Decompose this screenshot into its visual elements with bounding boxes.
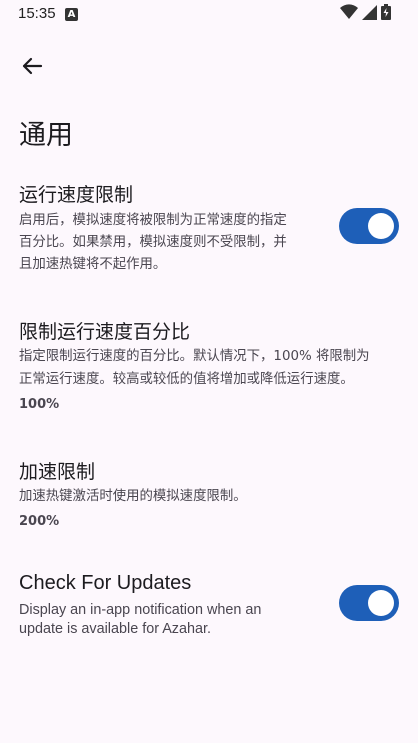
cell-signal-icon bbox=[362, 4, 377, 20]
setting-turbo-limit[interactable]: 加速限制 加速热键激活时使用的模拟速度限制。 200% bbox=[0, 452, 418, 537]
setting-title: 限制运行速度百分比 bbox=[19, 321, 191, 343]
setting-desc-line: 且加速热键将不起作用。 bbox=[19, 257, 167, 272]
setting-desc-line: 启用后，模拟速度将被限制为正常速度的指定 bbox=[19, 213, 287, 228]
page-title: 通用 bbox=[19, 120, 73, 151]
wifi-icon bbox=[340, 4, 358, 20]
setting-title: Check For Updates bbox=[19, 572, 192, 594]
setting-value: 100% bbox=[19, 397, 60, 412]
setting-value: 200% bbox=[19, 514, 60, 529]
setting-title: 运行速度限制 bbox=[19, 184, 134, 206]
notification-icon: A bbox=[65, 8, 78, 21]
setting-check-updates[interactable]: Check For Updates Display an in-app noti… bbox=[0, 567, 418, 647]
battery-icon bbox=[381, 4, 391, 20]
toggle-thumb bbox=[368, 590, 394, 616]
setting-desc-line: 加速热键激活时使用的模拟速度限制。 bbox=[19, 489, 247, 504]
setting-desc-line: update is available for Azahar. bbox=[19, 621, 212, 637]
setting-desc-line: 百分比。如果禁用，模拟速度则不受限制，并 bbox=[19, 235, 287, 250]
status-time: 15:35 bbox=[18, 5, 56, 22]
setting-speed-percent[interactable]: 限制运行速度百分比 指定限制运行速度的百分比。默认情况下，100% 将限制为 正… bbox=[0, 312, 418, 422]
setting-title: 加速限制 bbox=[19, 461, 96, 483]
back-button[interactable] bbox=[16, 50, 48, 82]
status-icons bbox=[340, 4, 391, 20]
status-bar: 15:35 A bbox=[0, 0, 418, 28]
arrow-left-icon bbox=[22, 57, 43, 75]
speed-limit-toggle[interactable] bbox=[339, 208, 399, 244]
setting-speed-limit[interactable]: 运行速度限制 启用后，模拟速度将被限制为正常速度的指定 百分比。如果禁用，模拟速… bbox=[0, 175, 418, 285]
setting-desc-line: 指定限制运行速度的百分比。默认情况下，100% 将限制为 bbox=[19, 349, 370, 364]
setting-desc-line: 正常运行速度。较高或较低的值将增加或降低运行速度。 bbox=[19, 372, 354, 387]
check-updates-toggle[interactable] bbox=[339, 585, 399, 621]
toggle-thumb bbox=[368, 213, 394, 239]
